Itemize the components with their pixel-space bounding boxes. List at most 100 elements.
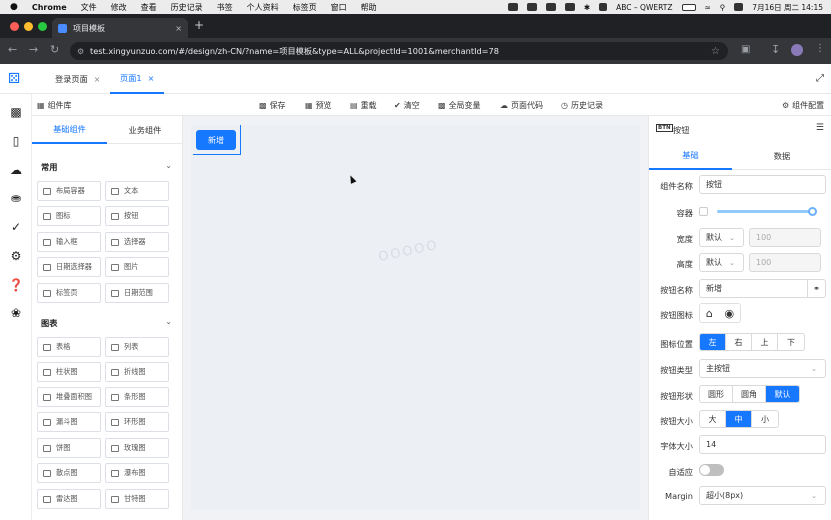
browser-tab[interactable]: 项目模板 ×	[52, 18, 188, 38]
comp-date-range[interactable]: 日期范围	[105, 283, 169, 303]
comp-horizontal-bar[interactable]: 条形图	[105, 387, 169, 407]
comp-scatter[interactable]: 散点图	[37, 463, 101, 483]
apple-menu[interactable]: ●	[10, 2, 18, 12]
battery-icon[interactable]	[681, 3, 696, 11]
bluetooth-icon[interactable]: ✱	[584, 3, 590, 12]
menu-help[interactable]: 帮助	[361, 2, 377, 13]
wifi-icon[interactable]: ≈	[705, 3, 711, 12]
plugin-icon[interactable]: ✓	[8, 219, 24, 235]
size-large[interactable]: 大	[700, 411, 726, 427]
page-tab-page1[interactable]: 页面1 ×	[110, 64, 165, 94]
comp-bar-chart[interactable]: 柱状图	[37, 362, 101, 382]
comp-text[interactable]: 文本	[105, 181, 169, 201]
status-app-icon[interactable]	[526, 3, 537, 11]
page-canvas[interactable]	[191, 125, 640, 510]
tab-basic[interactable]: 基础	[649, 142, 732, 170]
comp-select[interactable]: 选择器	[105, 232, 169, 252]
forward-icon[interactable]: →	[29, 43, 38, 56]
height-mode-select[interactable]: 默认 ⌄	[699, 253, 744, 272]
shape-default[interactable]: 默认	[766, 386, 799, 402]
font-size-input[interactable]: 14	[699, 435, 826, 454]
preview-button[interactable]: ▦ 预览	[305, 94, 332, 116]
size-small[interactable]: 小	[752, 411, 778, 427]
app-logo-icon[interactable]: ⚄	[8, 71, 26, 87]
comp-date-picker[interactable]: 日期选择器	[37, 257, 101, 277]
adaptive-toggle[interactable]	[699, 464, 724, 476]
comp-rose[interactable]: 玫瑰图	[105, 438, 169, 458]
bookmark-star-icon[interactable]: ☆	[711, 46, 720, 57]
menu-view[interactable]: 查看	[141, 2, 157, 13]
close-tab-icon[interactable]: ×	[175, 24, 182, 33]
site-info-icon[interactable]: ⚙	[77, 47, 84, 56]
chevron-down-icon[interactable]: ⌄	[165, 161, 172, 170]
comp-layout-container[interactable]: 布局容器	[37, 181, 101, 201]
menu-file[interactable]: 文件	[81, 2, 97, 13]
chrome-menu-icon[interactable]: ⋮	[815, 43, 825, 54]
comp-gantt[interactable]: 甘特图	[105, 489, 169, 509]
page-tab-login[interactable]: 登录页面 ×	[55, 64, 100, 94]
maximize-window-icon[interactable]	[38, 22, 47, 31]
width-input[interactable]: 100	[749, 228, 821, 247]
download-icon[interactable]: ↧	[771, 43, 780, 56]
button-type-select[interactable]: 主按钮 ⌄	[699, 359, 826, 378]
button-name-input[interactable]: 新增 ⚭	[699, 279, 826, 298]
config-list-icon[interactable]: ☰	[816, 123, 824, 133]
comp-donut[interactable]: 环形图	[105, 412, 169, 432]
comp-image[interactable]: 图片	[105, 257, 169, 277]
search-icon[interactable]: ⚲	[720, 3, 726, 12]
keyboard-layout-icon[interactable]	[599, 3, 608, 11]
comp-line-chart[interactable]: 折线图	[105, 362, 169, 382]
menu-history[interactable]: 历史记录	[171, 2, 203, 13]
clear-button[interactable]: ✔ 清空	[394, 94, 420, 116]
icon-pos-left[interactable]: 左	[700, 334, 726, 350]
status-app-icon[interactable]	[545, 3, 556, 11]
shape-round[interactable]: 圆角	[733, 386, 766, 402]
margin-select[interactable]: 超小(8px) ⌄	[699, 486, 826, 505]
settings-icon[interactable]: ⚙	[8, 248, 24, 264]
comp-table[interactable]: 表格	[37, 337, 101, 357]
component-library-toggle[interactable]: ▦ 组件库	[37, 94, 72, 116]
menu-tabs[interactable]: 标签页	[293, 2, 317, 13]
tab-data[interactable]: 数据	[732, 142, 831, 170]
monitor-icon[interactable]: ▩	[8, 104, 24, 120]
clock[interactable]: 7月16日 周二 14:15	[752, 2, 823, 13]
chevron-down-icon[interactable]: ⌄	[165, 317, 172, 326]
comp-pie[interactable]: 饼图	[37, 438, 101, 458]
comp-input[interactable]: 输入框	[37, 232, 101, 252]
mobile-icon[interactable]: ▯	[8, 133, 24, 149]
height-input[interactable]: 100	[749, 253, 821, 272]
help-icon[interactable]: ❓	[8, 277, 24, 293]
globe-icon[interactable]: ⚭	[807, 280, 825, 297]
global-variables-button[interactable]: ▩ 全局变量	[438, 94, 481, 116]
size-medium[interactable]: 中	[726, 411, 752, 427]
comp-icon[interactable]: 图标	[37, 206, 101, 226]
extensions-icon[interactable]: ▣	[741, 44, 750, 55]
component-config-toggle[interactable]: ⚙ 组件配置	[782, 94, 824, 116]
comp-waterfall[interactable]: 瀑布图	[105, 463, 169, 483]
icon-pos-bottom[interactable]: 下	[778, 334, 804, 350]
comp-tabs[interactable]: 标签页	[37, 283, 101, 303]
icon-pos-top[interactable]: 上	[752, 334, 778, 350]
profile-avatar[interactable]	[791, 44, 803, 56]
reload-page-icon[interactable]: ↻	[50, 43, 59, 56]
reload-button[interactable]: ▤ 重载	[350, 94, 377, 116]
canvas-add-button[interactable]: 新增	[196, 130, 236, 150]
close-icon[interactable]: ×	[94, 75, 101, 84]
page-code-button[interactable]: ☁ 页面代码	[500, 94, 543, 116]
url-field[interactable]: ⚙ test.xingyunzuo.com/#/design/zh-CN/?na…	[70, 42, 728, 60]
comp-stacked-area[interactable]: 堆叠面积图	[37, 387, 101, 407]
menu-edit[interactable]: 修改	[111, 2, 127, 13]
container-slider[interactable]	[717, 210, 813, 213]
shape-circle[interactable]: 圆形	[700, 386, 733, 402]
width-mode-select[interactable]: 默认 ⌄	[699, 228, 744, 247]
container-slider-handle[interactable]	[808, 207, 817, 216]
keyboard-layout[interactable]: ABC – QWERTZ	[616, 3, 672, 12]
comp-list[interactable]: 列表	[105, 337, 169, 357]
back-icon[interactable]: ←	[8, 43, 17, 56]
control-center-icon[interactable]	[734, 3, 744, 11]
icon-pos-right[interactable]: 右	[726, 334, 752, 350]
tab-business-components[interactable]: 业务组件	[107, 116, 183, 144]
menu-chrome[interactable]: Chrome	[32, 3, 67, 12]
tab-basic-components[interactable]: 基础组件	[32, 116, 107, 144]
new-tab-icon[interactable]: +	[194, 18, 204, 32]
